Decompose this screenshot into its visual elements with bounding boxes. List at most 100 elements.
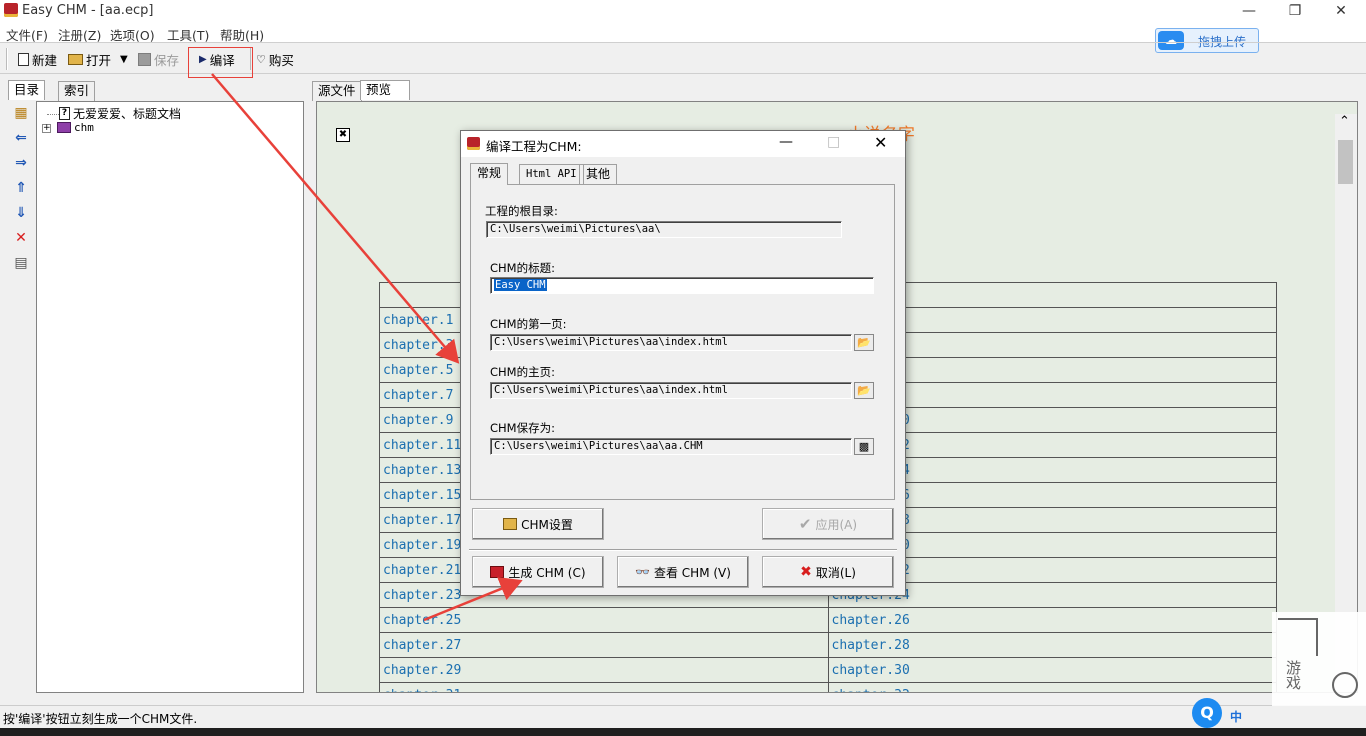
toolbar: 新建 打开 ▼ 保存 ▶ 编译 ♡ 购买 — [0, 42, 1366, 78]
chapter-link[interactable]: chapter.29 — [379, 657, 829, 683]
root-dir-label: 工程的根目录: — [485, 204, 558, 218]
home-page-label: CHM的主页: — [490, 365, 555, 379]
red-book-icon — [490, 566, 505, 578]
chm-settings-button[interactable]: CHM设置 — [472, 508, 604, 540]
arrow-left-icon[interactable]: ⇐ — [12, 130, 30, 148]
compile-highlight-box — [188, 47, 253, 78]
dialog-tab-general[interactable]: 常规 — [470, 163, 509, 185]
new-file-icon — [18, 53, 29, 66]
floppy-save-icon[interactable]: ▩ — [854, 438, 874, 455]
tree-item-label: 无爱爱爱、标题文档 — [73, 107, 182, 121]
book-icon — [57, 122, 71, 133]
title-bar: Easy CHM - [aa.ecp] — ❐ ✕ — [0, 0, 1366, 22]
build-chm-button[interactable]: 生成 CHM (C) — [472, 556, 604, 588]
restore-button[interactable]: ❐ — [1272, 0, 1318, 22]
open-button[interactable]: 打开 ▼ — [68, 50, 128, 69]
tab-source[interactable]: 源文件 — [312, 81, 362, 101]
ime-lang[interactable]: 中 — [1230, 708, 1242, 725]
new-label: 新建 — [32, 53, 58, 68]
build-chm-label: 生成 CHM (C) — [508, 565, 586, 580]
table-row: chapter.27 chapter.28 — [379, 632, 1277, 658]
scroll-thumb[interactable] — [1338, 140, 1353, 184]
home-page-field[interactable]: C:\Users\weimi\Pictures\aa\index.html — [490, 382, 852, 399]
apply-button[interactable]: ✔ 应用(A) — [762, 508, 894, 540]
table-row: chapter.29 chapter.30 — [379, 657, 1277, 683]
chm-title-input[interactable]: Easy CHM — [490, 277, 874, 294]
glasses-icon: 👓 — [635, 565, 650, 579]
chevron-down-icon[interactable]: ▼ — [120, 54, 128, 65]
chapter-link[interactable]: chapter.26 — [827, 607, 1277, 633]
close-window-button[interactable]: ✕ — [1318, 0, 1364, 22]
preview-scrollbar[interactable]: ⌃ — [1335, 114, 1357, 692]
settings-icon — [503, 518, 518, 530]
red-x-icon: ✖ — [800, 564, 812, 580]
tree-item-label: chm — [74, 121, 94, 134]
chapter-link[interactable]: chapter.25 — [379, 607, 829, 633]
bell-icon: ♡ — [256, 53, 266, 66]
cancel-label: 取消(L) — [815, 565, 856, 580]
view-chm-label: 查看 CHM (V) — [653, 565, 731, 580]
open-label: 打开 — [86, 53, 112, 68]
chm-settings-label: CHM设置 — [521, 517, 573, 532]
chm-title-label: CHM的标题: — [490, 261, 555, 275]
expand-icon[interactable]: + — [42, 124, 51, 133]
tab-contents[interactable]: 目录 — [8, 80, 46, 100]
first-page-field[interactable]: C:\Users\weimi\Pictures\aa\index.html — [490, 334, 852, 351]
arrow-up-icon[interactable]: ⇑ — [12, 180, 30, 198]
dialog-title-bar: 编译工程为CHM: — □ ✕ — [461, 131, 905, 157]
arrow-down-icon[interactable]: ⇓ — [12, 205, 30, 223]
scroll-up-icon[interactable]: ⌃ — [1339, 114, 1350, 129]
tree-item[interactable]: ? 无爱爱爱、标题文档 — [59, 105, 181, 122]
chapter-link[interactable]: chapter.30 — [827, 657, 1277, 683]
ime-icon[interactable]: Q — [1192, 698, 1222, 728]
chapter-link[interactable]: chapter.27 — [379, 632, 829, 658]
minimize-button[interactable]: — — [1226, 0, 1272, 22]
arrow-right-icon[interactable]: ⇒ — [12, 155, 30, 173]
folder-open-icon — [68, 54, 83, 65]
properties-icon[interactable]: ▤ — [12, 255, 30, 273]
browse-folder-icon[interactable]: 📂 — [854, 334, 874, 351]
status-bar: 按'编译'按钮立刻生成一个CHM文件. Q 中 — [0, 698, 1366, 728]
broken-image-icon: ✖ — [336, 128, 350, 142]
tab-preview[interactable]: 预览 — [360, 80, 410, 100]
first-page-label: CHM的第一页: — [490, 317, 567, 331]
watermark-logo: 游戏 — [1272, 612, 1366, 706]
status-text: 按'编译'按钮立刻生成一个CHM文件. — [3, 712, 198, 726]
table-row: chapter.31chapter.32 — [379, 682, 1277, 692]
app-icon — [4, 3, 18, 17]
save-icon — [138, 53, 151, 66]
apply-label: 应用(A) — [815, 517, 858, 532]
table-row: chapter.25 chapter.26 — [379, 607, 1277, 633]
chapter-link[interactable]: chapter.32 — [827, 682, 1277, 692]
save-as-field[interactable]: C:\Users\weimi\Pictures\aa\aa.CHM — [490, 438, 852, 455]
chm-title-value: Easy CHM — [494, 279, 547, 291]
taskbar — [0, 728, 1366, 736]
browse-folder-icon[interactable]: 📂 — [854, 382, 874, 399]
app-icon — [467, 137, 480, 150]
buy-button[interactable]: ♡ 购买 — [256, 50, 294, 69]
cancel-button[interactable]: ✖ 取消(L) — [762, 556, 894, 588]
buy-label: 购买 — [268, 53, 294, 68]
tab-index[interactable]: 索引 — [58, 81, 96, 101]
save-as-label: CHM保存为: — [490, 421, 555, 435]
root-dir-field: C:\Users\weimi\Pictures\aa\ — [486, 221, 842, 238]
save-button[interactable]: 保存 — [138, 50, 179, 69]
view-chm-button[interactable]: 👓 查看 CHM (V) — [617, 556, 749, 588]
dialog-maximize-button: □ — [827, 134, 841, 150]
dialog-panel: 工程的根目录: C:\Users\weimi\Pictures\aa\ CHM的… — [470, 184, 895, 500]
watermark-text: 游戏 — [1284, 660, 1302, 690]
tree-item[interactable]: chm — [57, 121, 94, 134]
dialog-close-button[interactable]: ✕ — [874, 133, 887, 152]
save-label: 保存 — [154, 53, 180, 68]
dialog-minimize-button[interactable]: — — [779, 134, 793, 150]
chapter-link[interactable]: chapter.28 — [827, 632, 1277, 658]
chapter-link[interactable]: chapter.31 — [379, 682, 829, 692]
new-button[interactable]: 新建 — [18, 50, 57, 69]
dialog-tab-other[interactable]: 其他 — [579, 164, 618, 184]
dialog-title: 编译工程为CHM: — [486, 139, 582, 154]
topic-tree: ? 无爱爱爱、标题文档 + chm — [36, 101, 304, 693]
dialog-tab-html-api[interactable]: Html API — [519, 164, 584, 184]
compile-dialog: 编译工程为CHM: — □ ✕ 常规 Html API 其他 工程的根目录: C… — [460, 130, 906, 596]
delete-icon[interactable]: ✕ — [12, 230, 30, 248]
add-page-icon[interactable]: ▦ — [12, 105, 30, 123]
